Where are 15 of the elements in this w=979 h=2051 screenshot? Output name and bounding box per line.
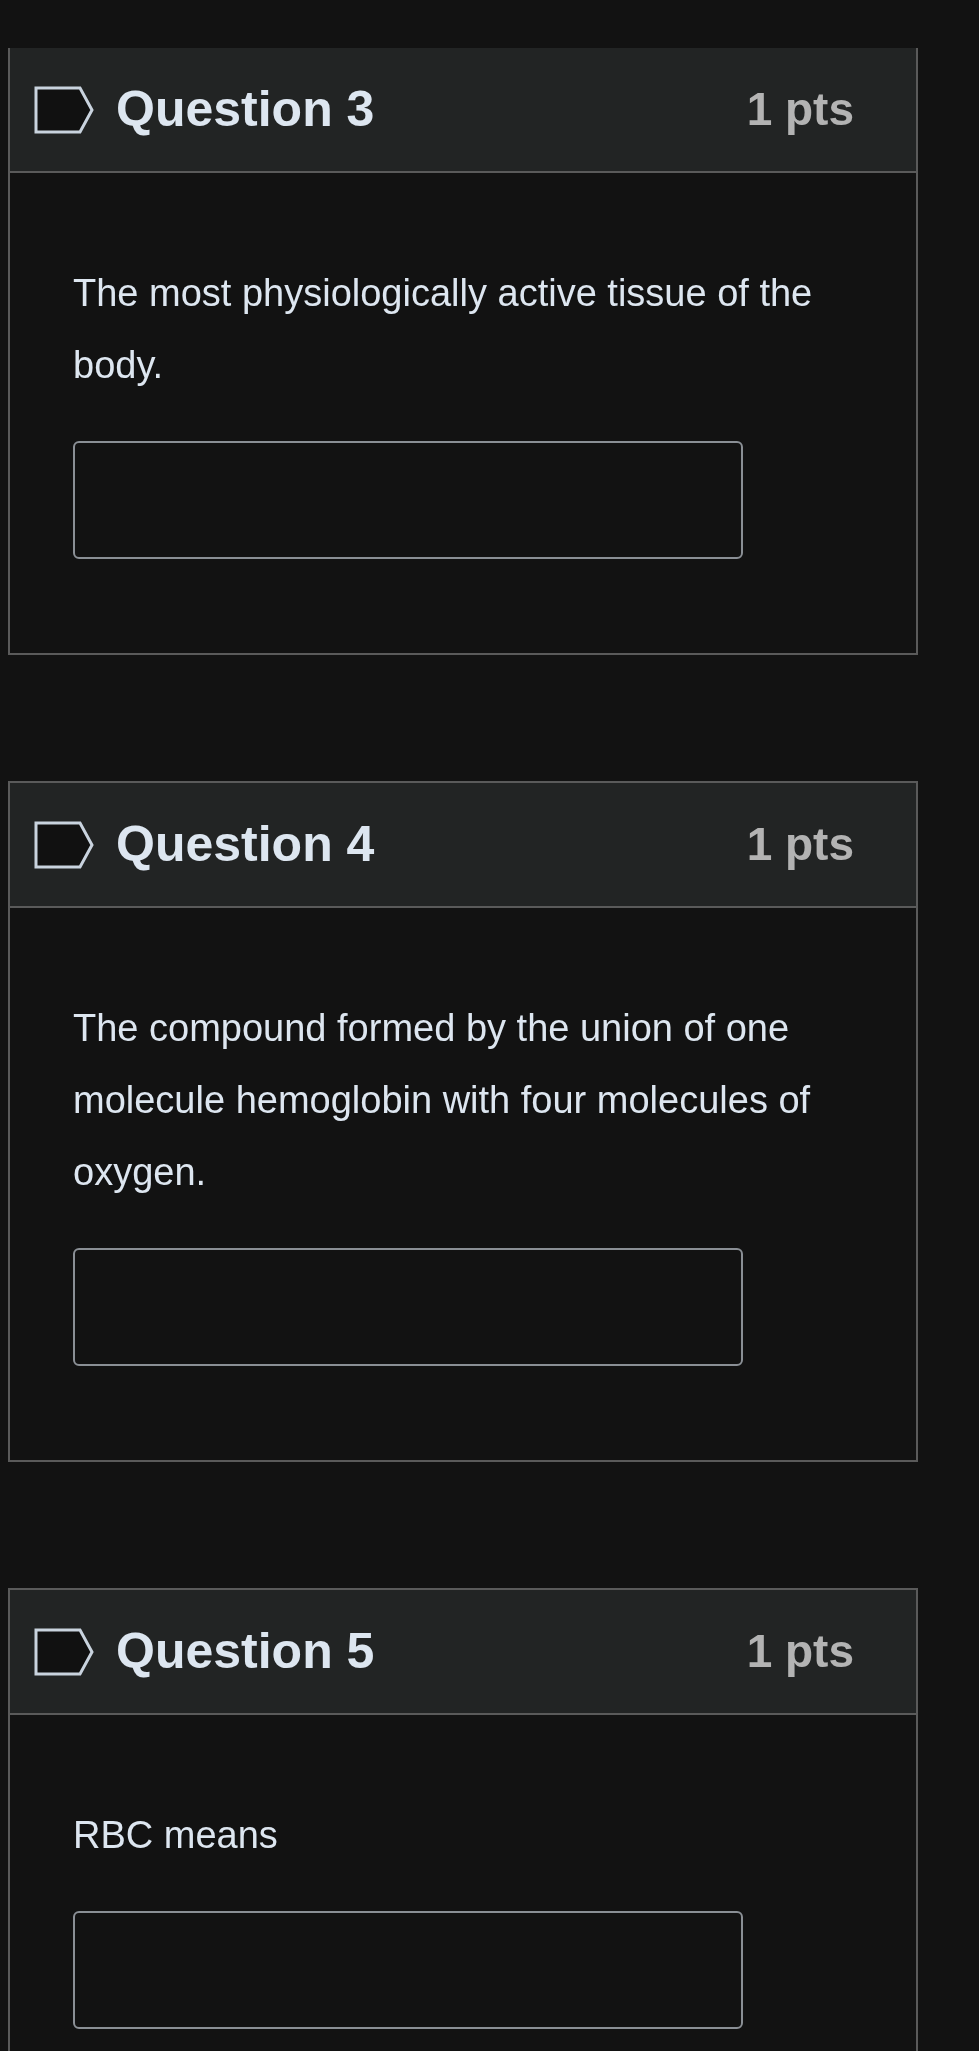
- flag-icon[interactable]: [34, 85, 94, 134]
- answer-field[interactable]: [73, 441, 743, 559]
- question-title: Question 5: [116, 1622, 376, 1681]
- question-points: 1 pts: [746, 82, 854, 137]
- question-points: 1 pts: [746, 817, 854, 872]
- answer-field[interactable]: [73, 1248, 743, 1366]
- flag-icon[interactable]: [34, 1627, 94, 1676]
- question-points: 1 pts: [746, 1624, 854, 1679]
- question-prompt: The compound formed by the union of one molecule hemoglobin with four molecules of oxygen.: [73, 1006, 812, 1195]
- question-title: Question 4: [116, 815, 376, 874]
- question-prompt: The most physiologically active tissue of the body.: [73, 271, 814, 388]
- flag-icon[interactable]: [34, 820, 94, 869]
- question-prompt: RBC means: [73, 1813, 279, 1858]
- question-title: Question 3: [116, 80, 376, 139]
- answer-field[interactable]: [73, 1911, 743, 2029]
